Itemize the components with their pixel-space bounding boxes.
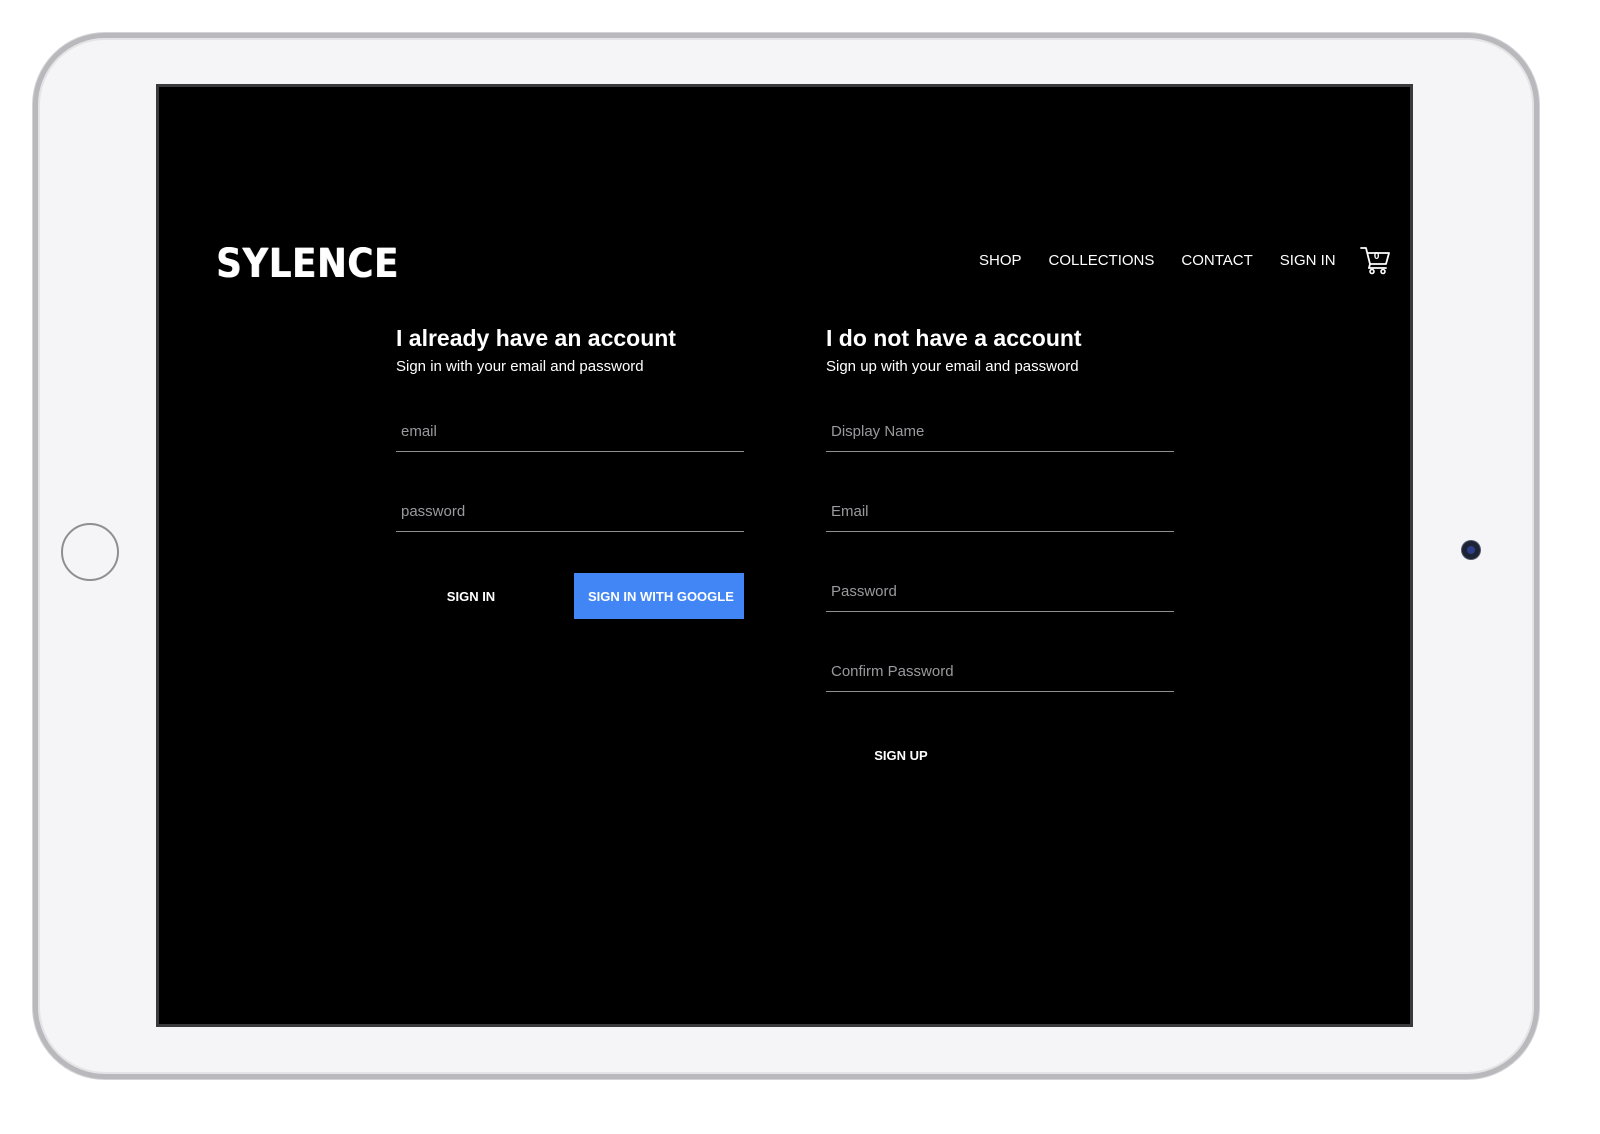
sign-up-email-wrapper	[826, 491, 1174, 532]
cart-count: 0	[1373, 251, 1380, 262]
sign-in-panel: I already have an account Sign in with y…	[396, 323, 746, 619]
home-button[interactable]	[61, 523, 119, 581]
nav-contact[interactable]: CONTACT	[1181, 252, 1252, 269]
display-name-wrapper	[826, 411, 1174, 452]
sign-up-password-input[interactable]	[826, 571, 1174, 611]
sign-up-panel: I do not have a account Sign up with you…	[826, 323, 1176, 778]
sign-in-password-input[interactable]	[396, 491, 744, 531]
sign-in-button[interactable]: SIGN IN	[396, 573, 546, 619]
sign-up-subtitle: Sign up with your email and password	[826, 358, 1079, 375]
sign-up-buttons: SIGN UP	[826, 732, 1176, 778]
main-nav: SHOP COLLECTIONS CONTACT SIGN IN 0	[979, 245, 1393, 275]
sign-in-password-wrapper	[396, 491, 744, 532]
confirm-password-input[interactable]	[826, 651, 1174, 691]
display-name-input[interactable]	[826, 411, 1174, 451]
sign-in-buttons: SIGN IN SIGN IN WITH GOOGLE	[396, 573, 744, 619]
sign-up-email-input[interactable]	[826, 491, 1174, 531]
google-sign-in-button[interactable]: SIGN IN WITH GOOGLE	[574, 573, 744, 619]
sign-in-subtitle: Sign in with your email and password	[396, 358, 644, 375]
cart-button[interactable]: 0	[1359, 245, 1393, 275]
camera-icon	[1462, 541, 1480, 559]
sign-up-button[interactable]: SIGN UP	[826, 732, 976, 778]
brand-logo[interactable]: SYLENCE	[216, 241, 399, 287]
app-screen: SYLENCE SHOP COLLECTIONS CONTACT SIGN IN…	[156, 84, 1413, 1027]
sign-in-email-wrapper	[396, 411, 744, 452]
confirm-password-wrapper	[826, 651, 1174, 692]
sign-up-title: I do not have a account	[826, 325, 1082, 351]
sign-up-fields	[826, 411, 1176, 692]
nav-sign-in[interactable]: SIGN IN	[1280, 252, 1336, 269]
nav-shop[interactable]: SHOP	[979, 252, 1022, 269]
nav-collections[interactable]: COLLECTIONS	[1049, 252, 1155, 269]
sign-in-title: I already have an account	[396, 325, 676, 351]
sign-in-fields	[396, 411, 746, 532]
sign-up-password-wrapper	[826, 571, 1174, 612]
sign-in-email-input[interactable]	[396, 411, 744, 451]
